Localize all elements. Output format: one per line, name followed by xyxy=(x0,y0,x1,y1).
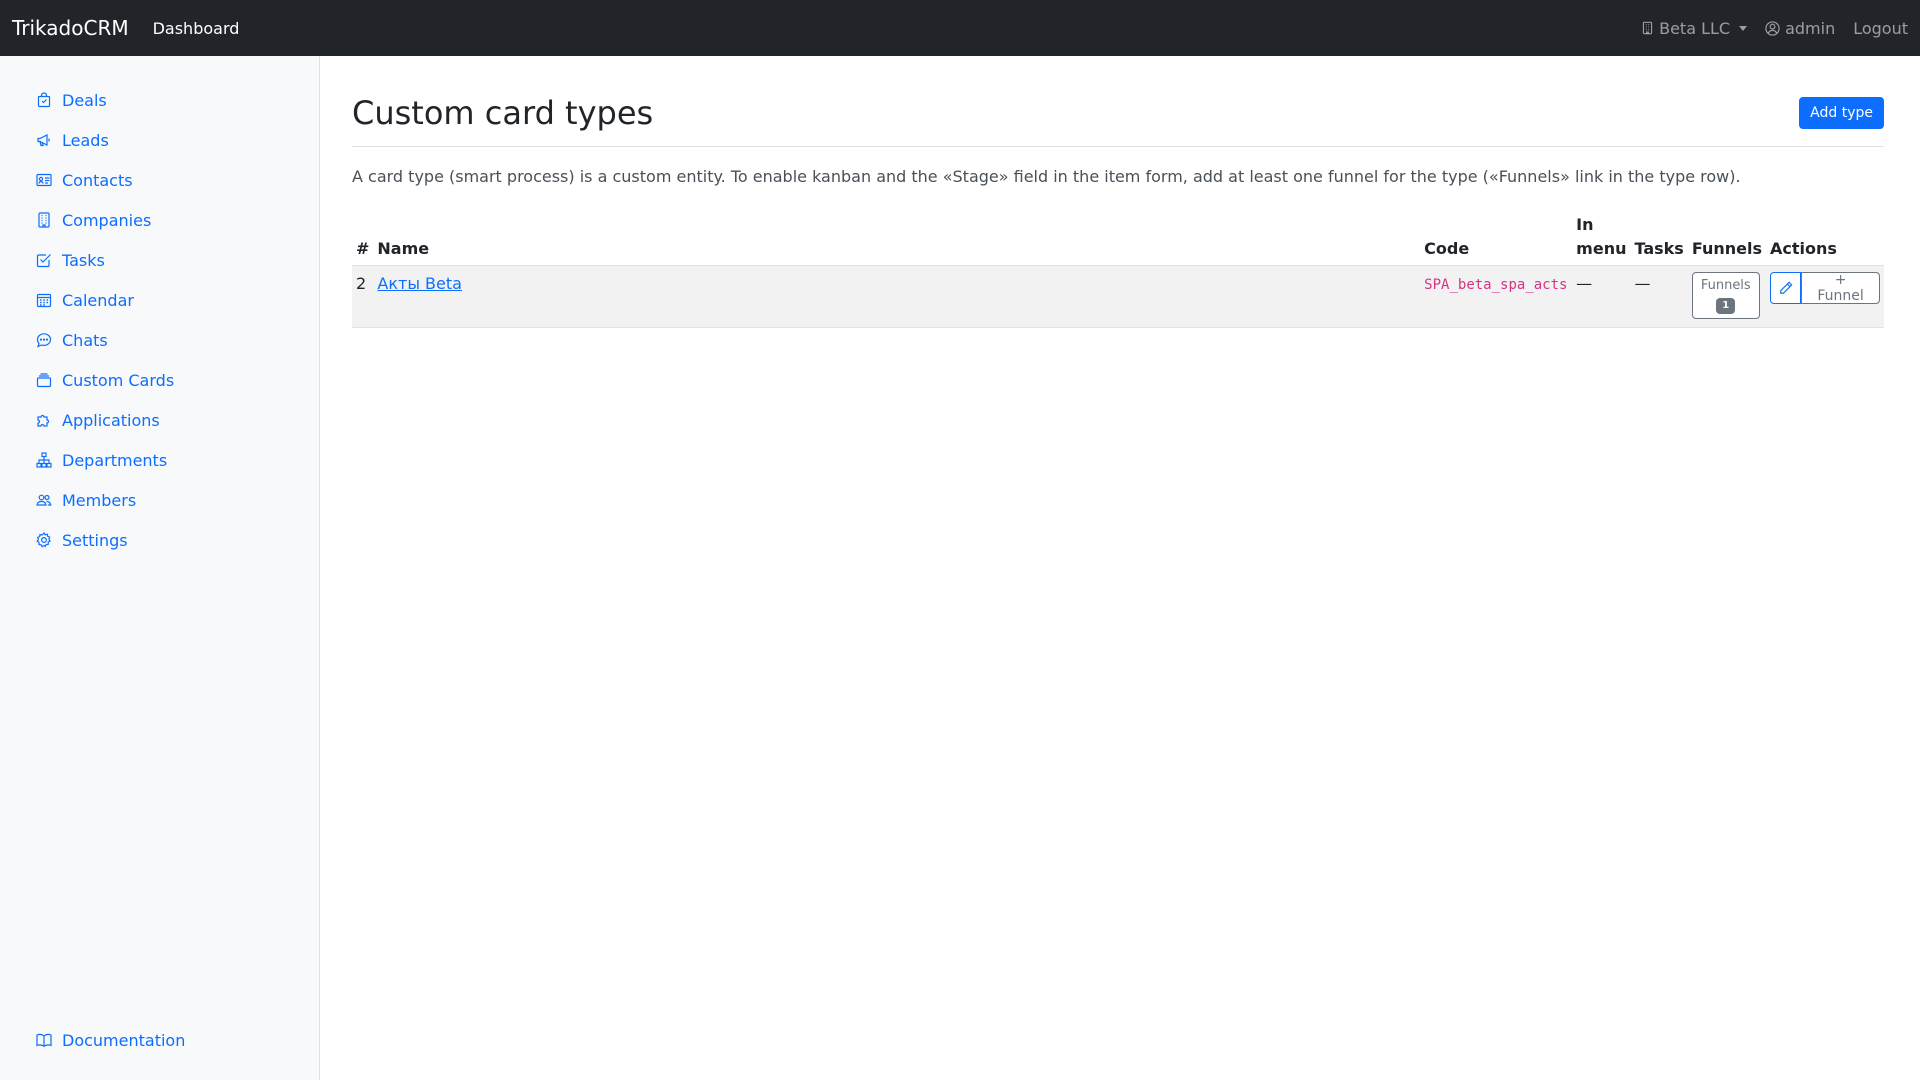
user-menu[interactable]: admin xyxy=(1765,19,1835,38)
header-tasks: Tasks xyxy=(1630,209,1688,267)
sidebar-item-label: Members xyxy=(62,490,137,510)
sidebar-item-leads[interactable]: Leads xyxy=(0,120,319,160)
people-icon xyxy=(36,494,52,506)
row-actions: + Funnel xyxy=(1770,272,1880,305)
page-description: A card type (smart process) is a custom … xyxy=(352,167,1741,187)
page-header: Custom card types Add type xyxy=(352,56,1884,148)
header-name: Name xyxy=(373,209,1421,267)
sidebar-item-label: Custom Cards xyxy=(62,370,175,390)
add-type-button[interactable]: Add type xyxy=(1799,97,1884,130)
user-name: admin xyxy=(1785,18,1836,38)
sidebar-nav: Deals Leads Contacts Companies Tasks Cal… xyxy=(0,56,319,560)
table-row: 2 Акты Beta SPA_beta_spa_acts — — Funnel… xyxy=(352,265,1884,328)
diagram-icon xyxy=(36,452,52,468)
edit-button[interactable] xyxy=(1770,272,1802,305)
chevron-down-icon xyxy=(1739,25,1748,31)
nav-dashboard-link[interactable]: Dashboard xyxy=(153,19,240,38)
row-actions-cell: + Funnel xyxy=(1766,266,1884,328)
top-navbar: TrikadoCRM Dashboard Beta LLC admin Logo… xyxy=(0,0,1920,56)
row-code-cell: SPA_beta_spa_acts xyxy=(1420,266,1572,328)
header-num: # xyxy=(352,209,374,267)
puzzle-icon xyxy=(37,414,50,427)
company-dropdown[interactable]: Beta LLC xyxy=(1641,18,1748,38)
sidebar-item-label: Settings xyxy=(62,530,128,550)
calendar-icon xyxy=(36,293,52,308)
header-in-menu-line1: In xyxy=(1576,215,1594,235)
sidebar-item-label: Contacts xyxy=(62,170,133,190)
logout-link[interactable]: Logout xyxy=(1853,19,1908,38)
sidebar-item-departments[interactable]: Departments xyxy=(0,440,319,480)
brand-logo[interactable]: TrikadoCRM xyxy=(12,16,129,40)
header-funnels: Funnels xyxy=(1687,209,1766,267)
sidebar-item-label: Companies xyxy=(62,210,152,230)
row-code: SPA_beta_spa_acts xyxy=(1424,277,1568,294)
header-in-menu: In menu xyxy=(1572,209,1631,267)
navbar-right: Beta LLC admin Logout xyxy=(1641,19,1908,38)
table-header-row: # Name Code In menu Tasks Funnels Actions xyxy=(352,209,1884,267)
sidebar-item-applications[interactable]: Applications xyxy=(0,400,319,440)
bag-icon xyxy=(37,92,51,108)
card-types-table: # Name Code In menu Tasks Funnels Actions… xyxy=(352,209,1884,328)
building-icon xyxy=(38,212,50,228)
funnels-count-badge: 1 xyxy=(1716,297,1736,314)
sidebar-item-label: Leads xyxy=(62,130,109,150)
header-actions: Actions xyxy=(1766,209,1884,267)
sidebar-item-label: Applications xyxy=(62,410,160,430)
sidebar: Deals Leads Contacts Companies Tasks Cal… xyxy=(0,56,320,1080)
funnels-button[interactable]: Funnels 1 xyxy=(1691,272,1760,319)
sidebar-item-chats[interactable]: Chats xyxy=(0,320,319,360)
sidebar-item-custom-cards[interactable]: Custom Cards xyxy=(0,360,319,400)
funnels-button-label: Funnels xyxy=(1700,278,1751,294)
cards-icon xyxy=(36,373,52,388)
contact-card-icon xyxy=(36,173,52,187)
pencil-icon xyxy=(1779,281,1793,295)
sidebar-item-label: Chats xyxy=(62,330,108,350)
row-name-link[interactable]: Акты Beta xyxy=(377,274,462,293)
sidebar-item-label: Calendar xyxy=(62,290,134,310)
gear-icon xyxy=(36,532,51,548)
building-icon xyxy=(1642,21,1653,35)
sidebar-item-documentation[interactable]: Documentation xyxy=(0,1020,319,1060)
sidebar-item-label: Deals xyxy=(62,90,107,110)
row-name-cell: Акты Beta xyxy=(373,266,1420,328)
add-funnel-button[interactable]: + Funnel xyxy=(1801,272,1880,305)
sidebar-item-label: Documentation xyxy=(62,1030,186,1050)
check-square-icon xyxy=(36,254,51,268)
row-num: 2 xyxy=(356,274,367,294)
book-icon xyxy=(36,1033,52,1048)
sidebar-item-label: Departments xyxy=(62,450,168,470)
page-title: Custom card types xyxy=(352,94,654,132)
user-circle-icon xyxy=(1765,20,1780,36)
sidebar-item-calendar[interactable]: Calendar xyxy=(0,280,319,320)
megaphone-icon xyxy=(37,134,50,147)
header-in-menu-line2: menu xyxy=(1576,239,1627,259)
main-content: Custom card types Add type A card type (… xyxy=(352,56,1884,328)
company-name: Beta LLC xyxy=(1659,18,1731,38)
row-tasks: — xyxy=(1634,274,1651,294)
sidebar-item-deals[interactable]: Deals xyxy=(0,80,319,120)
sidebar-item-label: Tasks xyxy=(62,250,105,270)
header-code: Code xyxy=(1420,209,1573,267)
sidebar-item-contacts[interactable]: Contacts xyxy=(0,160,319,200)
sidebar-item-settings[interactable]: Settings xyxy=(0,520,319,560)
sidebar-item-tasks[interactable]: Tasks xyxy=(0,240,319,280)
chat-icon xyxy=(36,333,52,348)
row-in-menu: — xyxy=(1576,274,1593,294)
row-funnels-cell: Funnels 1 xyxy=(1688,266,1766,328)
sidebar-item-companies[interactable]: Companies xyxy=(0,200,319,240)
sidebar-item-members[interactable]: Members xyxy=(0,480,319,520)
